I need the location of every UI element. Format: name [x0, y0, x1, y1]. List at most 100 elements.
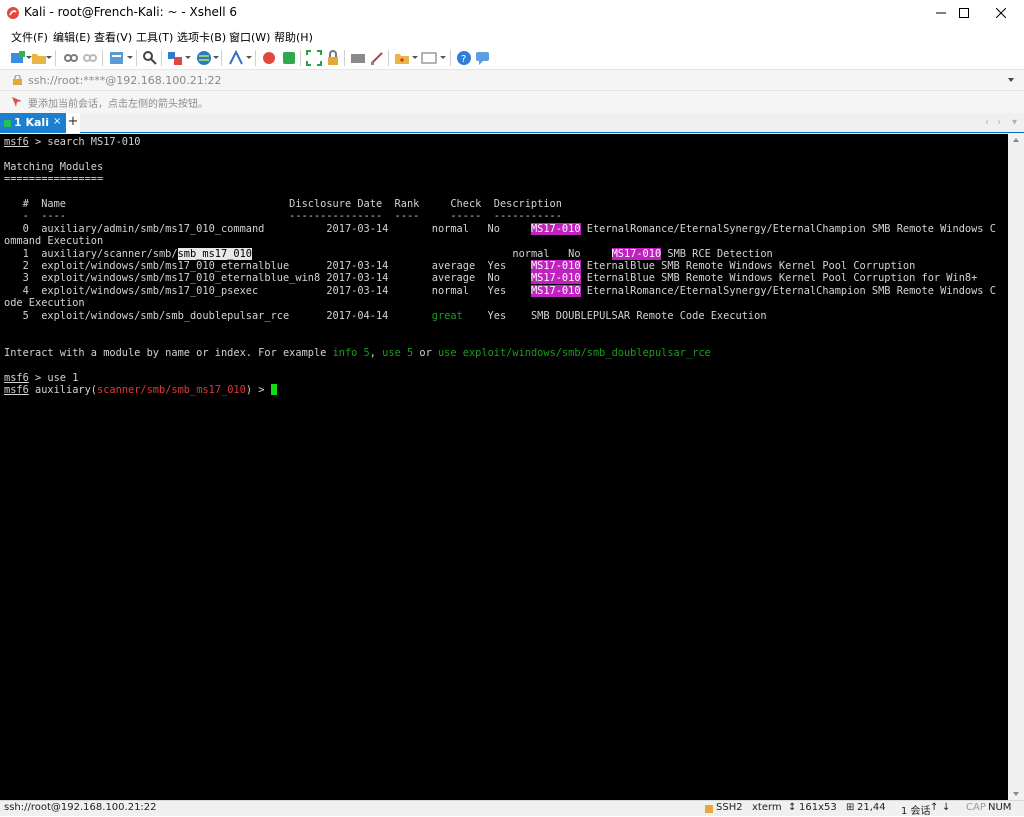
- status-cap: CAP: [966, 802, 986, 813]
- open-dropdown-icon[interactable]: [46, 56, 52, 59]
- address-input[interactable]: ssh://root:****@192.168.100.21:22: [28, 74, 222, 87]
- status-protocol: SSH2: [716, 802, 743, 813]
- ms17-highlight: MS17-010: [530, 223, 581, 235]
- menu-tools[interactable]: 工具(T): [136, 29, 173, 45]
- tab-next-icon[interactable]: ›: [997, 117, 1001, 128]
- prompt: msf6: [4, 384, 29, 396]
- status-size: 161x53: [799, 802, 837, 813]
- chat-icon[interactable]: [475, 50, 491, 66]
- address-bar[interactable]: ssh://root:****@192.168.100.21:22: [0, 70, 1024, 91]
- example-command: use exploit/windows/smb/smb_doublepulsar…: [437, 347, 711, 359]
- menu-help[interactable]: 帮助(H): [274, 29, 313, 45]
- menu-edit[interactable]: 编辑(E): [53, 29, 91, 45]
- xshell-app-icon: [7, 7, 19, 19]
- terminal-area[interactable]: msf6 > search MS17-010 Matching Modules …: [0, 134, 1008, 800]
- tab-prev-icon[interactable]: ‹: [985, 117, 989, 128]
- unlink-icon[interactable]: [82, 50, 98, 66]
- table-row: 5 exploit/windows/smb/smb_doublepulsar_r…: [4, 310, 767, 323]
- xshell-red-icon[interactable]: [261, 50, 277, 66]
- terminal-scrollbar[interactable]: [1008, 134, 1024, 800]
- toolbar-separator: [161, 50, 162, 66]
- hint-text: 要添加当前会话，点击左侧的箭头按钮。: [28, 99, 208, 110]
- properties-dropdown-icon[interactable]: [127, 56, 133, 59]
- layout-icon[interactable]: [421, 50, 437, 66]
- globe-icon[interactable]: [196, 50, 212, 66]
- tab-label: 1 Kali: [14, 116, 49, 129]
- font-icon[interactable]: [167, 50, 183, 66]
- help-icon[interactable]: ?: [456, 50, 472, 66]
- link-icon[interactable]: [63, 50, 79, 66]
- toolbar-separator: [55, 50, 56, 66]
- menu-window[interactable]: 窗口(W): [229, 29, 270, 45]
- tab-close-icon[interactable]: ×: [53, 116, 61, 127]
- terminal-line: ================: [4, 173, 104, 185]
- new-tab-folder-icon[interactable]: [394, 50, 410, 66]
- lock-icon[interactable]: [325, 50, 341, 66]
- command-text: > search MS17-010: [28, 136, 141, 148]
- table-row: 0 auxiliary/admin/smb/ms17_010_command 2…: [4, 223, 996, 236]
- fullscreen-icon[interactable]: [306, 50, 322, 66]
- xftp-green-icon[interactable]: [281, 50, 297, 66]
- maximize-icon: [959, 8, 969, 18]
- terminal-line: msf6 > search MS17-010: [4, 136, 140, 149]
- sessions-up-icon[interactable]: ↑: [930, 802, 938, 813]
- address-dropdown-icon[interactable]: [1008, 78, 1014, 82]
- properties-icon[interactable]: [109, 50, 125, 66]
- status-sessions: 1 会话: [901, 806, 931, 817]
- keyboard-icon[interactable]: [350, 50, 366, 66]
- ssh-lock-icon: [705, 805, 713, 813]
- xshell-window: Kali - root@French-Kali: ~ - Xshell 6 文件…: [0, 0, 1024, 817]
- interact-hint: Interact with a module by name or index.…: [4, 347, 711, 360]
- compose-icon[interactable]: [369, 50, 385, 66]
- hint-bar: 要添加当前会话，点击左侧的箭头按钮。: [0, 91, 1024, 113]
- toolbar-separator: [300, 50, 301, 66]
- script-icon[interactable]: [228, 50, 244, 66]
- example-command: use 5: [382, 347, 414, 359]
- table-row: 3 exploit/windows/smb/ms17_010_eternalbl…: [4, 272, 977, 285]
- tab-kali[interactable]: 1 Kali ×: [0, 113, 66, 133]
- scroll-up-icon[interactable]: [1013, 138, 1019, 142]
- menu-file[interactable]: 文件(F): [11, 29, 48, 45]
- layout-dropdown-icon[interactable]: [440, 56, 446, 59]
- hint-text: or: [413, 347, 438, 359]
- svg-text:?: ?: [461, 54, 466, 65]
- table-row-wrap: ommand Execution: [4, 235, 104, 247]
- arrow-pointer-icon[interactable]: [11, 96, 23, 108]
- ms17-highlight: MS17-010: [530, 285, 581, 297]
- status-num: NUM: [988, 802, 1012, 813]
- window-title: Kali - root@French-Kali: ~ - Xshell 6: [24, 5, 238, 19]
- row-text: 2 exploit/windows/smb/ms17_010_eternalbl…: [4, 260, 531, 272]
- size-icon: ↕: [788, 802, 797, 813]
- terminal-input-line[interactable]: msf6 auxiliary(scanner/smb/smb_ms17_010)…: [4, 384, 277, 397]
- rank-great: great: [431, 310, 463, 322]
- status-pos: 21,44: [857, 802, 886, 813]
- row-text: 1 auxiliary/scanner/smb/: [4, 248, 178, 260]
- sessions-down-icon[interactable]: ↓: [942, 802, 950, 813]
- menu-tabs[interactable]: 选项卡(B): [177, 29, 226, 45]
- status-term: xterm: [752, 802, 782, 813]
- toolbar: ?: [0, 46, 1024, 70]
- table-header-rule: - ---- --------------- ---- ----- ------…: [4, 210, 562, 222]
- toolbar-separator: [450, 50, 451, 66]
- hint-text: ,: [369, 347, 383, 359]
- font-dropdown-icon[interactable]: [185, 56, 191, 59]
- open-folder-icon[interactable]: [31, 50, 47, 66]
- tab-menu-icon[interactable]: ▾: [1012, 117, 1017, 128]
- toolbar-separator: [344, 50, 345, 66]
- address-lock-icon: [13, 75, 22, 85]
- scroll-down-icon[interactable]: [1013, 792, 1019, 796]
- row-text: 3 exploit/windows/smb/ms17_010_eternalbl…: [4, 272, 531, 284]
- globe-dropdown-icon[interactable]: [213, 56, 219, 59]
- close-window-button[interactable]: [978, 0, 1024, 26]
- menu-view[interactable]: 查看(V): [94, 29, 132, 45]
- title-bar: Kali - root@French-Kali: ~ - Xshell 6: [0, 0, 1024, 26]
- new-tab-dropdown-icon[interactable]: [412, 56, 418, 59]
- cursor: [270, 384, 277, 395]
- script-dropdown-icon[interactable]: [246, 56, 252, 59]
- toolbar-separator: [221, 50, 222, 66]
- module-suffix: ) >: [245, 384, 271, 396]
- row-description: EternalRomance/EternalSynergy/EternalCha…: [580, 223, 996, 235]
- new-session-icon[interactable]: [10, 50, 26, 66]
- add-tab-button[interactable]: +: [66, 113, 80, 133]
- find-icon[interactable]: [142, 50, 158, 66]
